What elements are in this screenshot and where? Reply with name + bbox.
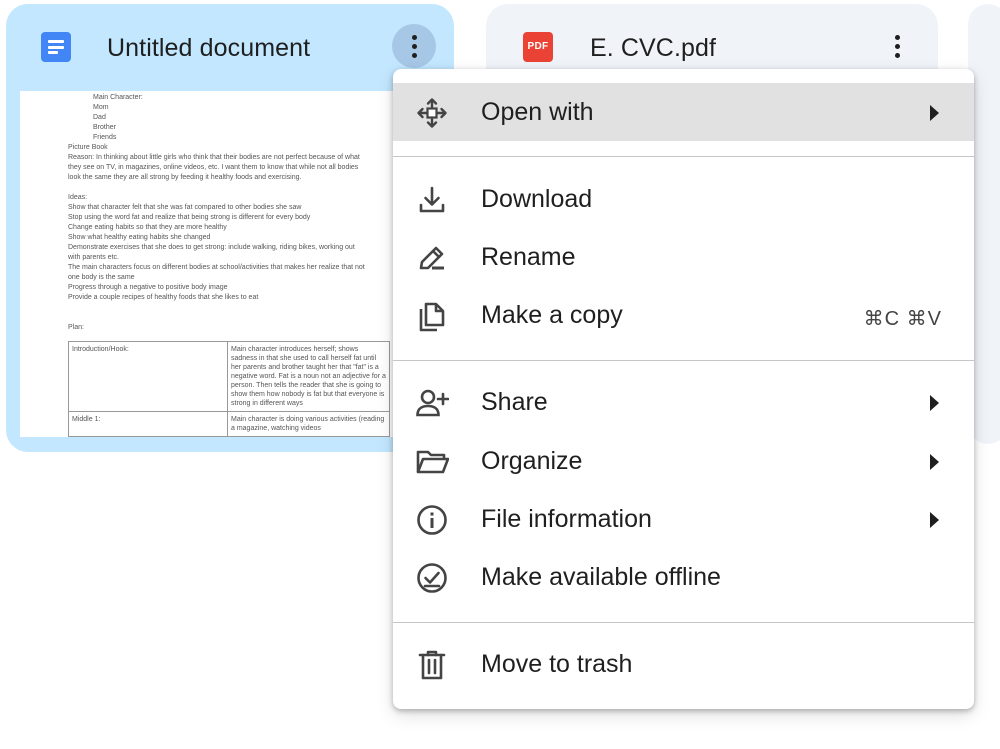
menu-item-file-information[interactable]: File information bbox=[393, 490, 974, 548]
menu-item-download[interactable]: Download bbox=[393, 170, 974, 228]
preview-text-line bbox=[68, 183, 392, 193]
preview-text-line: The main characters focus on different b… bbox=[68, 264, 365, 271]
document-preview-thumbnail[interactable]: Main Character: Mom Dad Brother Friends Pict… bbox=[20, 91, 396, 437]
submenu-arrow-icon bbox=[930, 395, 939, 411]
pdf-icon: PDF bbox=[523, 32, 553, 62]
open-with-icon bbox=[417, 98, 447, 128]
preview-text-line: they see on TV, in magazines, online vid… bbox=[68, 164, 359, 171]
menu-item-label: Move to trash bbox=[481, 650, 633, 678]
offline-check-icon bbox=[417, 563, 447, 593]
download-icon bbox=[419, 186, 445, 213]
menu-divider bbox=[393, 622, 974, 623]
preview-text-line: Provide a couple recipes of healthy food… bbox=[68, 294, 259, 301]
preview-text-line: Stop using the word fat and realize that… bbox=[68, 214, 311, 221]
table-row: Introduction/Hook: Main character introd… bbox=[68, 341, 390, 412]
preview-text-line: one body is the same bbox=[68, 274, 135, 281]
copy-icon bbox=[419, 302, 445, 332]
preview-text-line: look the same they are all strong by fee… bbox=[68, 174, 302, 181]
preview-text-line bbox=[68, 313, 392, 323]
preview-text-line: Mom bbox=[93, 104, 109, 111]
menu-item-label: Open with bbox=[481, 98, 594, 126]
menu-item-label: Rename bbox=[481, 243, 576, 271]
google-docs-icon bbox=[41, 32, 71, 62]
preview-text-line: Brother bbox=[93, 124, 116, 131]
preview-text-line: Reason: In thinking about little girls w… bbox=[68, 154, 360, 161]
preview-text-line: Progress through a negative to positive … bbox=[68, 284, 228, 291]
menu-item-rename[interactable]: Rename bbox=[393, 228, 974, 286]
menu-item-move-to-trash[interactable]: Move to trash bbox=[393, 635, 974, 693]
menu-item-organize[interactable]: Organize bbox=[393, 432, 974, 490]
menu-divider bbox=[393, 360, 974, 361]
menu-item-label: Organize bbox=[481, 447, 583, 475]
menu-item-label: Make available offline bbox=[481, 563, 721, 591]
menu-item-label: File information bbox=[481, 505, 652, 533]
preview-text-line: Demonstrate exercises that she does to g… bbox=[68, 244, 355, 251]
preview-text-line: Show that character felt that she was fa… bbox=[68, 204, 302, 211]
more-actions-button[interactable] bbox=[392, 24, 436, 68]
menu-item-share[interactable]: Share bbox=[393, 373, 974, 431]
preview-text-line: Dad bbox=[93, 114, 106, 121]
more-actions-button[interactable] bbox=[875, 24, 919, 68]
menu-item-open-with[interactable]: Open with bbox=[393, 83, 974, 141]
menu-item-label: Share bbox=[481, 388, 548, 416]
context-menu: Open with Download Rename Make a copy ⌘C… bbox=[393, 69, 974, 709]
file-title: Untitled document bbox=[107, 34, 311, 62]
submenu-arrow-icon bbox=[930, 105, 939, 121]
preview-text-line: Change eating habits so that they are mo… bbox=[68, 224, 227, 231]
preview-text-line: Main Character: bbox=[93, 94, 143, 101]
file-title: E. CVC.pdf bbox=[590, 34, 717, 62]
preview-table: Introduction/Hook: Main character introd… bbox=[68, 341, 390, 437]
info-icon bbox=[417, 505, 447, 535]
preview-text-line: Friends bbox=[93, 134, 117, 141]
rename-pencil-icon bbox=[419, 246, 444, 270]
folder-open-icon bbox=[416, 450, 449, 474]
submenu-arrow-icon bbox=[930, 512, 939, 528]
file-card-untitled-document[interactable]: Untitled document Main Character: Mom Dad B… bbox=[6, 4, 454, 452]
menu-item-label: Make a copy bbox=[481, 301, 623, 329]
preview-text-line: Picture Book bbox=[68, 144, 108, 151]
menu-divider bbox=[393, 156, 974, 157]
share-person-add-icon bbox=[416, 389, 449, 417]
submenu-arrow-icon bbox=[930, 454, 939, 470]
keyboard-shortcut: ⌘C ⌘V bbox=[863, 308, 942, 330]
preview-text-line bbox=[68, 303, 392, 313]
menu-item-make-a-copy[interactable]: Make a copy ⌘C ⌘V bbox=[393, 286, 974, 344]
table-row: Middle 1: Main character is doing variou… bbox=[68, 411, 390, 437]
menu-item-make-available-offline[interactable]: Make available offline bbox=[393, 548, 974, 606]
preview-text-line: Plan: bbox=[68, 324, 84, 331]
preview-text-line: Show what healthy eating habits she chan… bbox=[68, 234, 211, 241]
preview-text-line: with parents etc. bbox=[68, 254, 119, 261]
menu-item-label: Download bbox=[481, 185, 593, 213]
preview-text-line: Ideas: bbox=[68, 194, 88, 201]
trash-icon bbox=[418, 650, 446, 680]
